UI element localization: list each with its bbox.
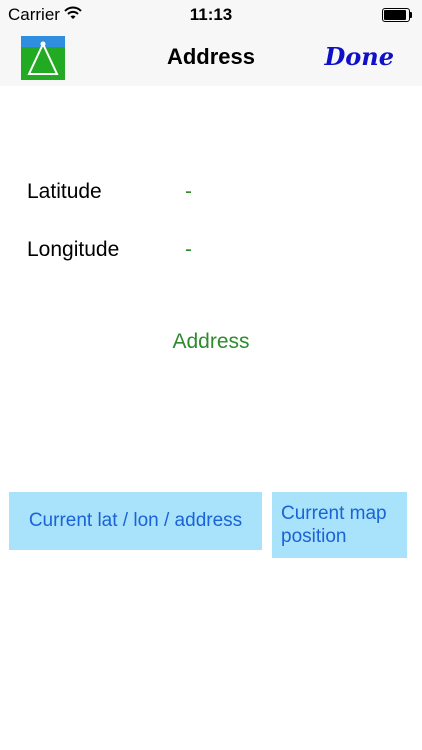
address-value: Address [172,330,250,353]
current-location-button-label: Current lat / lon / address [28,510,243,531]
current-location-button[interactable]: Current lat / lon / address [9,492,262,550]
latitude-label: Latitude [27,180,102,203]
latitude-value: - [185,180,192,203]
longitude-label: Longitude [27,238,120,261]
battery-icon [382,8,414,22]
status-time: 11:13 [189,5,233,24]
current-map-position-button[interactable]: Current map position [272,492,407,558]
navigation-bar: Address Done [0,32,422,86]
map-position-label-line2: position [281,526,347,547]
map-position-label-line1: Current map [281,503,387,524]
longitude-value: - [185,238,192,261]
done-button[interactable]: Done [324,42,394,71]
status-bar: Carrier 11:13 [0,0,422,32]
